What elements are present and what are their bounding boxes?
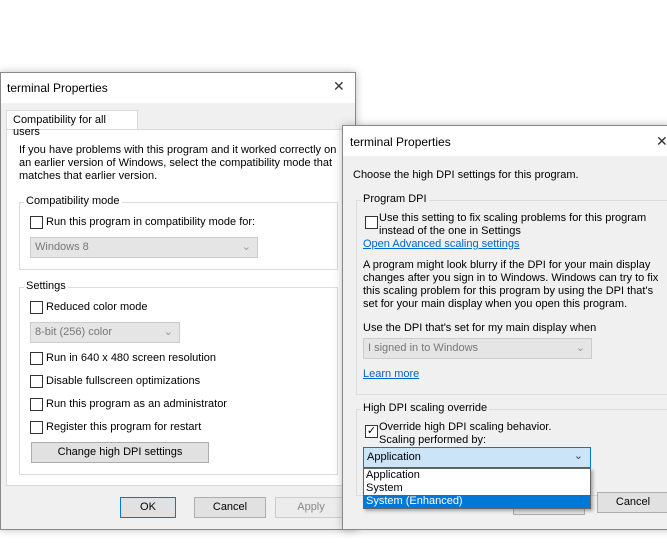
override-checkbox[interactable]: ✓ — [365, 425, 378, 438]
program-dpi-group: Program DPI Use this setting to fix scal… — [356, 193, 667, 395]
tab-panel: If you have problems with this program a… — [6, 129, 352, 486]
learn-more-link[interactable]: Learn more — [363, 368, 419, 380]
color-select[interactable]: 8-bit (256) color ⌄ — [30, 322, 180, 343]
scaling-select[interactable]: Application ⌄ — [363, 447, 591, 468]
title-bar: terminal Properties ✕ — [1, 73, 355, 103]
settings-group: Settings Reduced color mode 8-bit (256) … — [19, 280, 338, 475]
chevron-down-icon: ⌄ — [241, 241, 251, 253]
dialog-title: terminal Properties — [7, 81, 108, 95]
dialog-title: terminal Properties — [350, 135, 451, 149]
checkbox-label: Reduced color mode — [46, 301, 148, 313]
group-label: Settings — [24, 280, 68, 292]
blurry-explanation: A program might look blurry if the DPI f… — [363, 259, 659, 310]
resolution-checkbox[interactable] — [30, 352, 43, 365]
dpi-settings-dialog: terminal Properties ✕ Choose the high DP… — [342, 125, 667, 530]
checkbox-label: Register this program for restart — [46, 421, 202, 433]
change-dpi-button[interactable]: Change high DPI settings — [31, 442, 209, 463]
reduced-color-checkbox[interactable] — [30, 301, 43, 314]
checkbox-label: Use this setting to fix scaling problems… — [379, 212, 647, 237]
select-value: I signed in to Windows — [368, 342, 479, 354]
heading-text: Choose the high DPI settings for this pr… — [353, 169, 579, 181]
signin-select[interactable]: I signed in to Windows ⌄ — [363, 338, 592, 359]
chevron-down-icon: ⌄ — [573, 450, 583, 462]
option-system[interactable]: System — [364, 482, 590, 495]
cancel-button[interactable]: Cancel — [194, 497, 266, 518]
title-bar: terminal Properties ✕ — [343, 126, 667, 156]
scaling-label: Scaling performed by: — [379, 434, 486, 446]
compatibility-mode-group: Compatibility mode Run this program in c… — [19, 195, 338, 270]
use-dpi-label: Use the DPI that's set for my main displ… — [363, 322, 597, 334]
close-icon[interactable]: ✕ — [656, 133, 667, 150]
close-icon[interactable]: ✕ — [333, 78, 345, 95]
group-label: Program DPI — [361, 193, 429, 205]
scaling-dropdown-list: Application System System (Enhanced) — [363, 468, 591, 509]
ok-button[interactable]: OK — [120, 497, 176, 518]
admin-checkbox[interactable] — [30, 398, 43, 411]
checkbox-label: Disable fullscreen optimizations — [46, 375, 201, 387]
intro-text: If you have problems with this program a… — [19, 144, 337, 182]
group-label: Compatibility mode — [24, 195, 122, 207]
chevron-down-icon: ⌄ — [575, 342, 585, 354]
program-dpi-checkbox[interactable] — [365, 216, 378, 229]
chevron-down-icon: ⌄ — [163, 326, 173, 338]
restart-checkbox[interactable] — [30, 421, 43, 434]
fullscreen-opt-checkbox[interactable] — [30, 375, 43, 388]
advanced-scaling-link[interactable]: Open Advanced scaling settings — [363, 238, 520, 250]
checkbox-label: Run this program in compatibility mode f… — [46, 216, 256, 228]
select-value: Application — [367, 451, 421, 463]
apply-button[interactable]: Apply — [275, 497, 347, 518]
checkbox-label: Run this program as an administrator — [46, 398, 227, 410]
compat-mode-checkbox[interactable] — [30, 216, 43, 229]
checkbox-label: Run in 640 x 480 screen resolution — [46, 352, 216, 364]
option-system-enhanced[interactable]: System (Enhanced) — [364, 495, 590, 508]
windows-version-select[interactable]: Windows 8 ⌄ — [30, 237, 258, 258]
left-properties-dialog: terminal Properties ✕ Compatibility for … — [0, 72, 356, 530]
group-label: High DPI scaling override — [361, 402, 490, 414]
checkbox-label: Override high DPI scaling behavior. — [379, 421, 552, 433]
cancel-button[interactable]: Cancel — [597, 492, 667, 513]
tab-compatibility-all-users[interactable]: Compatibility for all users — [6, 110, 138, 138]
select-value: Windows 8 — [35, 241, 89, 253]
option-application[interactable]: Application — [364, 469, 590, 482]
select-value: 8-bit (256) color — [35, 326, 113, 338]
